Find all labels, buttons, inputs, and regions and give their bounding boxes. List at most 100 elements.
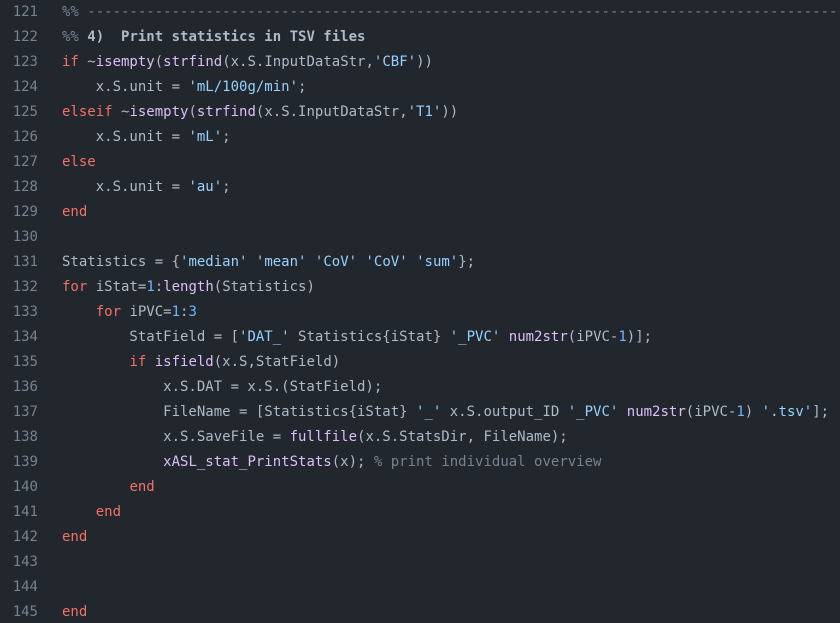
code-line[interactable]: 132 for iStat=1:length(Statistics): [0, 275, 840, 300]
code-token: 1: [171, 304, 181, 320]
code-text[interactable]: end: [62, 500, 840, 525]
code-text[interactable]: Statistics = {'median' 'mean' 'CoV' 'CoV…: [62, 250, 840, 275]
line-number: 126: [12, 129, 38, 145]
code-line[interactable]: 135 if isfield(x.S,StatField): [0, 350, 840, 375]
line-number: 142: [12, 529, 38, 545]
code-token: x.S.unit =: [62, 179, 189, 195]
code-token: x.S.SaveFile =: [62, 429, 290, 445]
code-text[interactable]: x.S.unit = 'mL/100g/min';: [62, 75, 840, 100]
code-token: :: [154, 279, 164, 295]
code-token: isempty: [129, 104, 189, 120]
code-text[interactable]: end: [62, 475, 840, 500]
code-line[interactable]: 134 StatField = ['DAT_' Statistics{iStat…: [0, 325, 840, 350]
line-number: 128: [12, 179, 38, 195]
code-line[interactable]: 136 x.S.DAT = x.S.(StatField);: [0, 375, 840, 400]
code-line[interactable]: 138 x.S.SaveFile = fullfile(x.S.StatsDir…: [0, 425, 840, 450]
code-token: ;: [298, 79, 307, 95]
code-text[interactable]: x.S.unit = 'mL';: [62, 125, 840, 150]
code-text[interactable]: x.S.unit = 'au';: [62, 175, 840, 200]
code-token: end: [62, 529, 88, 545]
code-token: (: [154, 54, 164, 70]
code-text[interactable]: %% 4) Print statistics in TSV files: [62, 25, 840, 50]
code-token: iPVC=: [121, 304, 172, 320]
line-number: 133: [12, 304, 38, 320]
code-line[interactable]: 142 end: [0, 525, 840, 550]
code-line[interactable]: 145 end: [0, 600, 840, 623]
code-token: 'au': [188, 179, 223, 195]
code-token: if: [62, 54, 79, 70]
code-token: (Statistics): [213, 279, 315, 295]
code-token: (x.S,StatField): [213, 354, 341, 370]
code-token: x.S.DAT = x.S.(StatField);: [62, 379, 383, 395]
code-token: '_': [416, 404, 442, 420]
line-number: 136: [12, 379, 38, 395]
code-token: num2str: [508, 329, 568, 345]
code-text[interactable]: if isfield(x.S,StatField): [62, 350, 840, 375]
code-token: % print individual overview: [373, 454, 602, 470]
code-line[interactable]: 122%% 4) Print statistics in TSV files: [0, 25, 840, 50]
code-token: (x.S.StatsDir, FileName);: [357, 429, 568, 445]
code-line[interactable]: 133 for iPVC=1:3: [0, 300, 840, 325]
code-editor[interactable]: 121 %% ----------------------------------…: [0, 0, 840, 623]
code-text[interactable]: StatField = ['DAT_' Statistics{iStat} '_…: [62, 325, 840, 350]
code-token: end: [62, 204, 88, 220]
line-number: 127: [12, 154, 38, 170]
line-number: 140: [12, 479, 38, 495]
code-line[interactable]: 129 end: [0, 200, 840, 225]
code-token: ~: [112, 104, 130, 120]
code-text[interactable]: FileName = [Statistics{iStat} '_' x.S.ou…: [62, 400, 840, 425]
code-text[interactable]: end: [62, 200, 840, 225]
code-line[interactable]: 128 x.S.unit = 'au';: [0, 175, 840, 200]
code-token: x.S.unit =: [62, 79, 189, 95]
code-line[interactable]: 131 Statistics = {'median' 'mean' 'CoV' '…: [0, 250, 840, 275]
code-token: 'median': [180, 254, 248, 270]
code-text[interactable]: end: [62, 525, 840, 550]
code-line[interactable]: 143: [0, 550, 840, 575]
line-number: 125: [12, 104, 38, 120]
code-line[interactable]: 124 x.S.unit = 'mL/100g/min';: [0, 75, 840, 100]
code-token: for: [95, 304, 122, 320]
code-line[interactable]: 139 xASL_stat_PrintStats(x); % print ind…: [0, 450, 840, 475]
code-line[interactable]: 125 elseif ~isempty(strfind(x.S.InputData…: [0, 100, 840, 125]
code-line[interactable]: 130: [0, 225, 840, 250]
code-line[interactable]: 141 end: [0, 500, 840, 525]
code-token: )): [441, 104, 459, 120]
code-text[interactable]: xASL_stat_PrintStats(x); % print individ…: [62, 450, 840, 475]
code-line[interactable]: 144: [0, 575, 840, 600]
code-text[interactable]: x.S.DAT = x.S.(StatField);: [62, 375, 840, 400]
code-token: strfind: [196, 104, 256, 120]
code-text[interactable]: %% -------------------------------------…: [62, 0, 840, 25]
code-token: 'mL/100g/min': [188, 79, 299, 95]
code-line[interactable]: 123 if ~isempty(strfind(x.S.InputDataStr,…: [0, 50, 840, 75]
line-number: 123: [12, 54, 38, 70]
code-line[interactable]: 137 FileName = [Statistics{iStat} '_' x.…: [0, 400, 840, 425]
code-text[interactable]: for iStat=1:length(Statistics): [62, 275, 840, 300]
code-text[interactable]: for iPVC=1:3: [62, 300, 840, 325]
code-text[interactable]: end: [62, 600, 840, 623]
code-token: end: [95, 504, 122, 520]
code-text[interactable]: elseif ~isempty(strfind(x.S.InputDataStr…: [62, 100, 840, 125]
code-line[interactable]: 126 x.S.unit = 'mL';: [0, 125, 840, 150]
code-token: '_PVC': [449, 329, 501, 345]
code-text[interactable]: if ~isempty(strfind(x.S.InputDataStr,'CB…: [62, 50, 840, 75]
code-text[interactable]: else: [62, 150, 840, 175]
code-token: )];: [626, 329, 653, 345]
code-line[interactable]: 140 end: [0, 475, 840, 500]
code-text[interactable]: x.S.SaveFile = fullfile(x.S.StatsDir, Fi…: [62, 425, 840, 450]
line-number: 143: [12, 554, 38, 570]
code-token: (iPVC-: [567, 329, 619, 345]
line-number: 138: [12, 429, 38, 445]
code-token: 'mL': [188, 129, 223, 145]
code-token: end: [62, 604, 88, 620]
line-number: 132: [12, 279, 38, 295]
code-token: elseif: [62, 104, 113, 120]
code-line[interactable]: 127 else: [0, 150, 840, 175]
line-number: 124: [12, 79, 38, 95]
line-number: 135: [12, 354, 38, 370]
code-line[interactable]: 121 %% ----------------------------------…: [0, 0, 840, 25]
code-token: 4) Print statistics in TSV files: [87, 29, 366, 45]
